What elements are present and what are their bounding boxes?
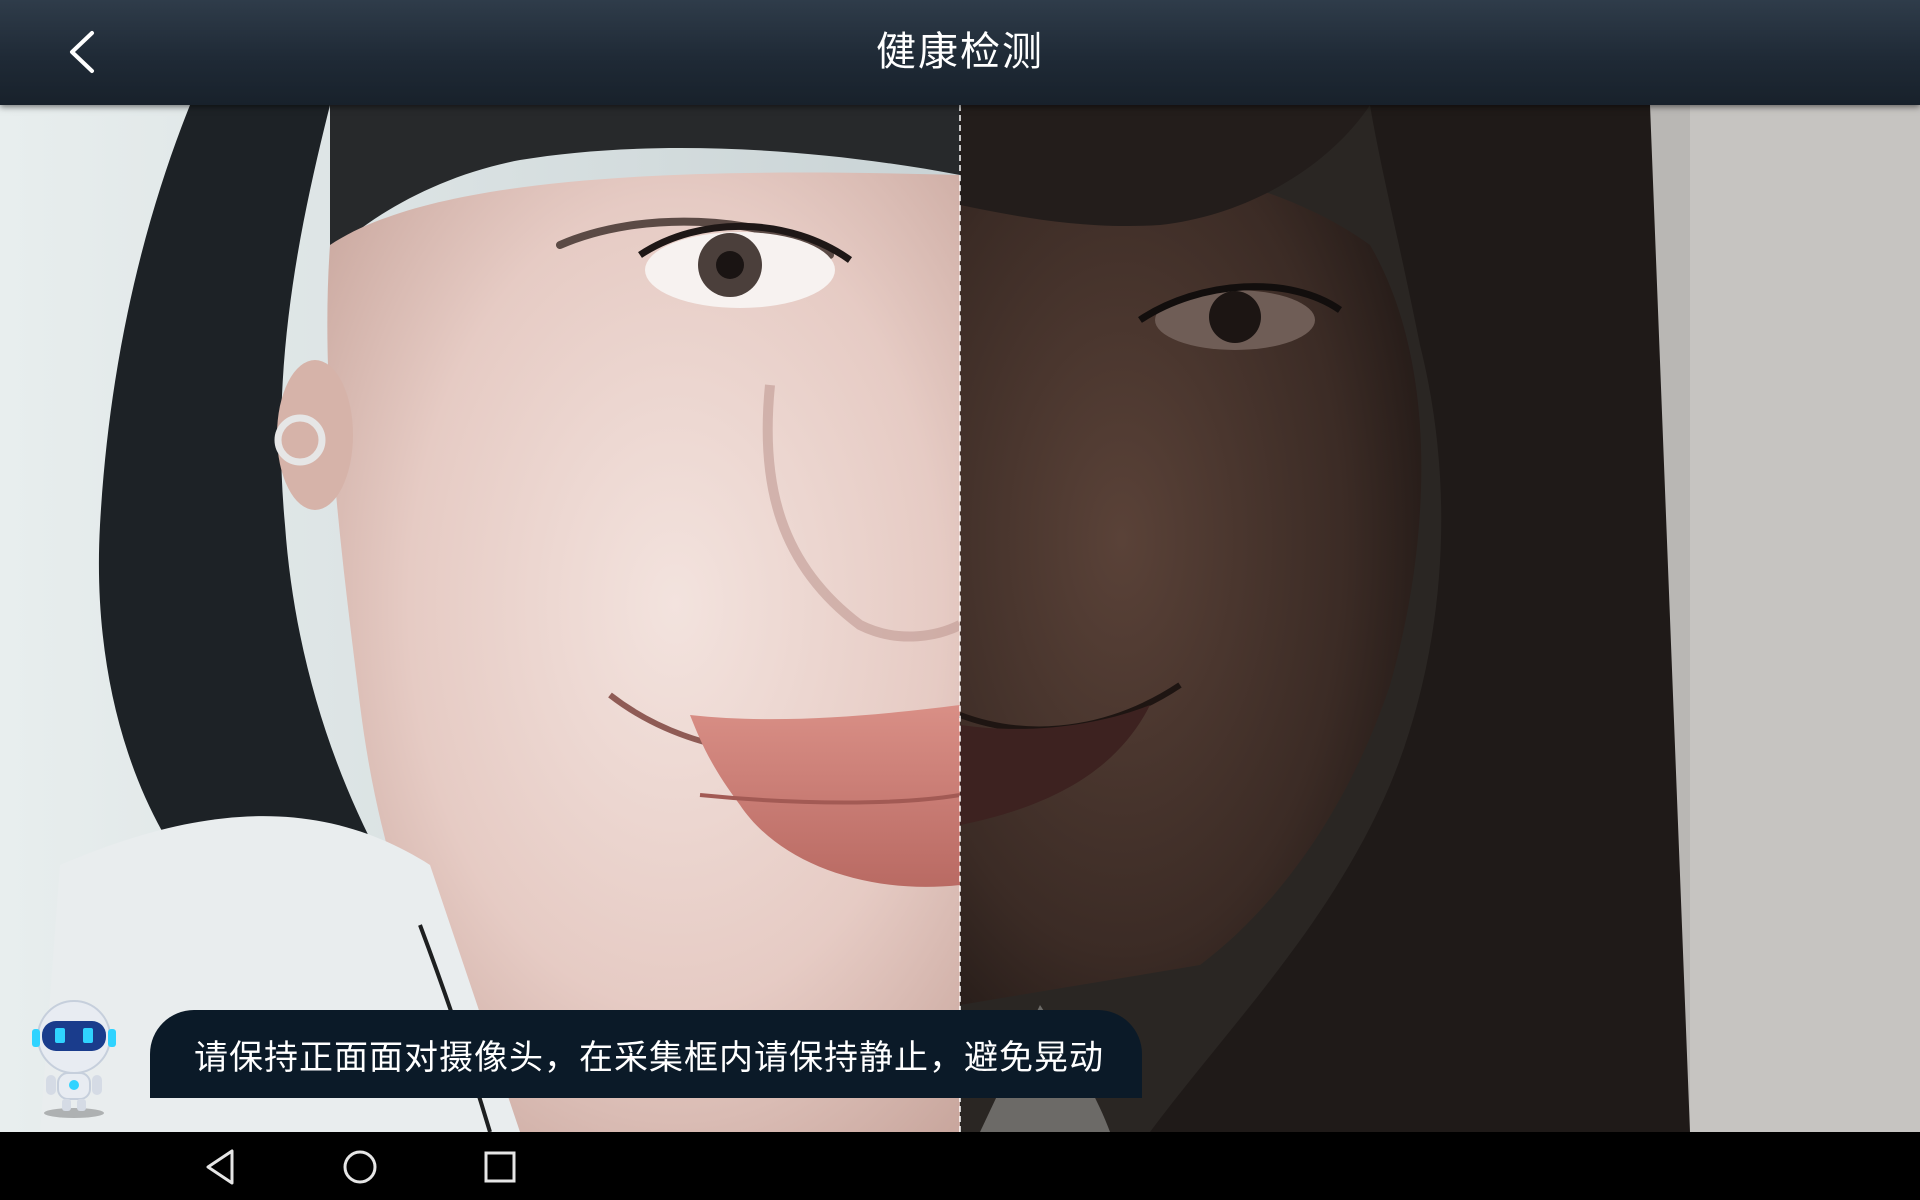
page-title: 健康检测: [876, 29, 1044, 75]
nav-back-button[interactable]: [195, 1142, 245, 1192]
triangle-back-icon: [206, 1149, 234, 1185]
circle-home-icon: [343, 1150, 377, 1184]
robot-icon: [24, 995, 124, 1120]
tip-bubble: 请保持正面面对摄像头，在采集框内请保持静止，避免晃动: [150, 1010, 1142, 1098]
camera-preview: [0, 105, 1920, 1132]
system-nav-bar: [0, 1132, 1920, 1200]
nav-recents-button[interactable]: [475, 1142, 525, 1192]
square-recents-icon: [484, 1151, 516, 1183]
app-screen: 健康检测 请保持正面面对摄像头，在采集框内请保持静止，避免晃动: [0, 0, 1920, 1200]
header-bar: 健康检测: [0, 0, 1920, 105]
tip-text: 请保持正面面对摄像头，在采集框内请保持静止，避免晃动: [194, 1037, 1104, 1078]
capture-guide-line: [959, 105, 961, 1132]
nav-home-button[interactable]: [335, 1142, 385, 1192]
